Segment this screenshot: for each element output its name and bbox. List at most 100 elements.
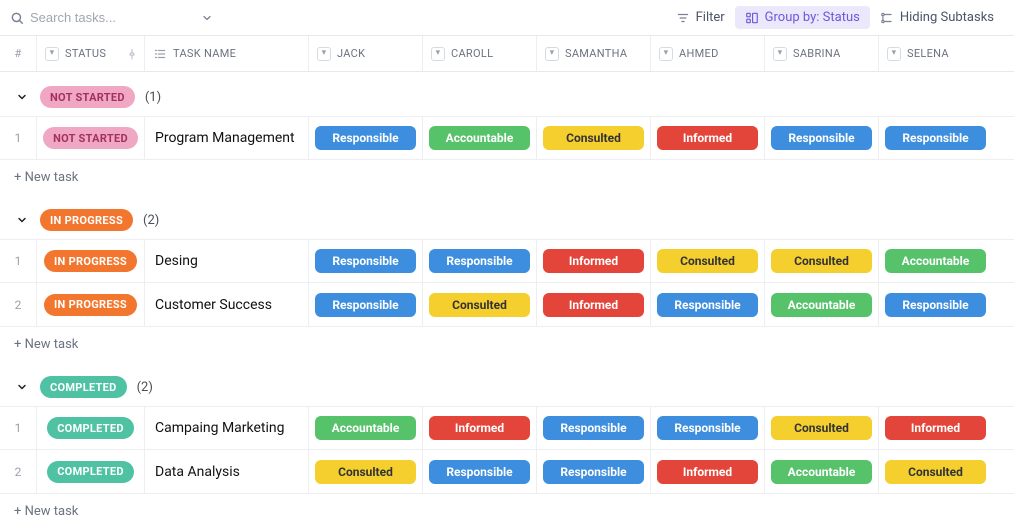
- cell-raci[interactable]: Informed: [536, 240, 650, 282]
- cell-raci[interactable]: Responsible: [422, 240, 536, 282]
- status-badge: NOT STARTED: [40, 86, 135, 108]
- cell-raci[interactable]: Accountable: [878, 240, 992, 282]
- cell-raci[interactable]: Consulted: [308, 450, 422, 493]
- status-badge: COMPLETED: [40, 376, 127, 398]
- raci-badge: Consulted: [771, 416, 872, 440]
- cell-raci[interactable]: Responsible: [308, 283, 422, 326]
- raci-badge: Informed: [657, 126, 758, 150]
- cell-raci[interactable]: Consulted: [422, 283, 536, 326]
- column-person-4[interactable]: ▾ SABRINA: [764, 36, 878, 71]
- row-number: 2: [0, 465, 36, 479]
- raci-badge: Informed: [543, 249, 644, 273]
- new-task-button[interactable]: + New task: [0, 494, 1014, 522]
- cell-raci[interactable]: Responsible: [308, 240, 422, 282]
- search-input[interactable]: [30, 10, 190, 25]
- table-row[interactable]: 1IN PROGRESSDesing ResponsibleResponsible…: [0, 239, 1014, 283]
- raci-badge: Responsible: [315, 249, 416, 273]
- cell-raci[interactable]: Responsible: [650, 283, 764, 326]
- cell-raci[interactable]: Consulted: [764, 407, 878, 449]
- column-person-label: SAMANTHA: [565, 47, 627, 60]
- chevron-down-icon: [16, 91, 28, 103]
- cell-raci[interactable]: Informed: [650, 450, 764, 493]
- filter-label: Filter: [696, 10, 725, 25]
- cell-raci[interactable]: Accountable: [764, 450, 878, 493]
- row-number: 1: [0, 254, 36, 268]
- raci-badge: Informed: [543, 293, 644, 317]
- hiding-subtasks-button[interactable]: Hiding Subtasks: [870, 6, 1004, 29]
- collapse-toggle[interactable]: [14, 379, 30, 395]
- column-person-0[interactable]: ▾ JACK: [308, 36, 422, 71]
- raci-badge: Accountable: [315, 416, 416, 440]
- raci-badge: Responsible: [885, 126, 986, 150]
- column-person-2[interactable]: ▾ SAMANTHA: [536, 36, 650, 71]
- group-by-label: Group by: Status: [765, 10, 860, 25]
- group-header: NOT STARTED(1): [0, 72, 1014, 116]
- cell-task-name[interactable]: Data Analysis: [144, 450, 308, 493]
- row-number: 1: [0, 131, 36, 145]
- cell-raci[interactable]: Informed: [422, 407, 536, 449]
- chevron-down-icon: [16, 214, 28, 226]
- cell-raci[interactable]: Consulted: [650, 240, 764, 282]
- cell-status[interactable]: COMPLETED: [36, 407, 144, 449]
- column-person-1[interactable]: ▾ CAROLL: [422, 36, 536, 71]
- raci-badge: Consulted: [885, 460, 986, 484]
- pin-icon[interactable]: [126, 48, 138, 60]
- cell-status[interactable]: NOT STARTED: [36, 117, 144, 159]
- dropdown-icon: ▾: [545, 47, 559, 61]
- toolbar: Filter Group by: Status Hiding Subtasks: [0, 0, 1014, 36]
- cell-raci[interactable]: Informed: [878, 407, 992, 449]
- group-by-icon: [745, 11, 759, 25]
- cell-status[interactable]: IN PROGRESS: [36, 240, 144, 282]
- collapse-toggle[interactable]: [14, 212, 30, 228]
- raci-badge: Responsible: [771, 126, 872, 150]
- search-wrap: [10, 10, 190, 25]
- column-person-3[interactable]: ▾ AHMED: [650, 36, 764, 71]
- new-task-button[interactable]: + New task: [0, 160, 1014, 195]
- table-row[interactable]: 2IN PROGRESSCustomer SuccessResponsibleC…: [0, 283, 1014, 327]
- cell-raci[interactable]: Informed: [536, 283, 650, 326]
- dropdown-icon: ▾: [431, 47, 445, 61]
- cell-raci[interactable]: Responsible: [308, 117, 422, 159]
- column-task-name[interactable]: TASK NAME: [144, 36, 308, 71]
- cell-raci[interactable]: Accountable: [764, 283, 878, 326]
- status-badge: NOT STARTED: [43, 127, 138, 149]
- search-dropdown-button[interactable]: [196, 7, 218, 29]
- cell-raci[interactable]: Responsible: [536, 450, 650, 493]
- cell-raci[interactable]: Responsible: [878, 283, 992, 326]
- dropdown-icon: ▾: [887, 47, 901, 61]
- cell-task-name[interactable]: Campaing Marketing: [144, 407, 308, 449]
- table-row[interactable]: 1COMPLETEDCampaing MarketingAccountableI…: [0, 406, 1014, 450]
- cell-status[interactable]: IN PROGRESS: [36, 283, 144, 326]
- column-person-5[interactable]: ▾ SELENA: [878, 36, 992, 71]
- cell-raci[interactable]: Consulted: [764, 240, 878, 282]
- cell-raci[interactable]: Accountable: [422, 117, 536, 159]
- filter-button[interactable]: Filter: [666, 6, 735, 29]
- cell-task-name[interactable]: Program Management: [144, 117, 308, 159]
- cell-raci[interactable]: Consulted: [878, 450, 992, 493]
- cell-status[interactable]: COMPLETED: [36, 450, 144, 493]
- cell-raci[interactable]: Consulted: [536, 117, 650, 159]
- table-row[interactable]: 1NOT STARTEDProgram ManagementResponsibl…: [0, 116, 1014, 160]
- group-by-button[interactable]: Group by: Status: [735, 6, 870, 29]
- raci-badge: Informed: [657, 460, 758, 484]
- column-status[interactable]: ▾ STATUS: [36, 36, 144, 71]
- table-row[interactable]: 2COMPLETEDData AnalysisConsultedResponsi…: [0, 450, 1014, 494]
- column-task-name-label: TASK NAME: [173, 47, 236, 60]
- cell-raci[interactable]: Informed: [650, 117, 764, 159]
- cell-task-name[interactable]: Customer Success: [144, 283, 308, 326]
- cell-raci[interactable]: Responsible: [764, 117, 878, 159]
- dropdown-icon: ▾: [317, 47, 331, 61]
- group-count: (2): [143, 213, 159, 228]
- cell-raci[interactable]: Responsible: [878, 117, 992, 159]
- column-person-label: JACK: [337, 47, 365, 60]
- new-task-button[interactable]: + New task: [0, 327, 1014, 362]
- collapse-toggle[interactable]: [14, 89, 30, 105]
- raci-badge: Consulted: [771, 249, 872, 273]
- body-area: NOT STARTED(1) 1 NOT STARTED Program Manage…: [0, 72, 1014, 522]
- status-badge: IN PROGRESS: [44, 294, 137, 316]
- cell-task-name[interactable]: Desing: [144, 240, 308, 282]
- cell-raci[interactable]: Responsible: [422, 450, 536, 493]
- cell-raci[interactable]: Accountable: [308, 407, 422, 449]
- cell-raci[interactable]: Responsible: [536, 407, 650, 449]
- cell-raci[interactable]: Responsible: [650, 407, 764, 449]
